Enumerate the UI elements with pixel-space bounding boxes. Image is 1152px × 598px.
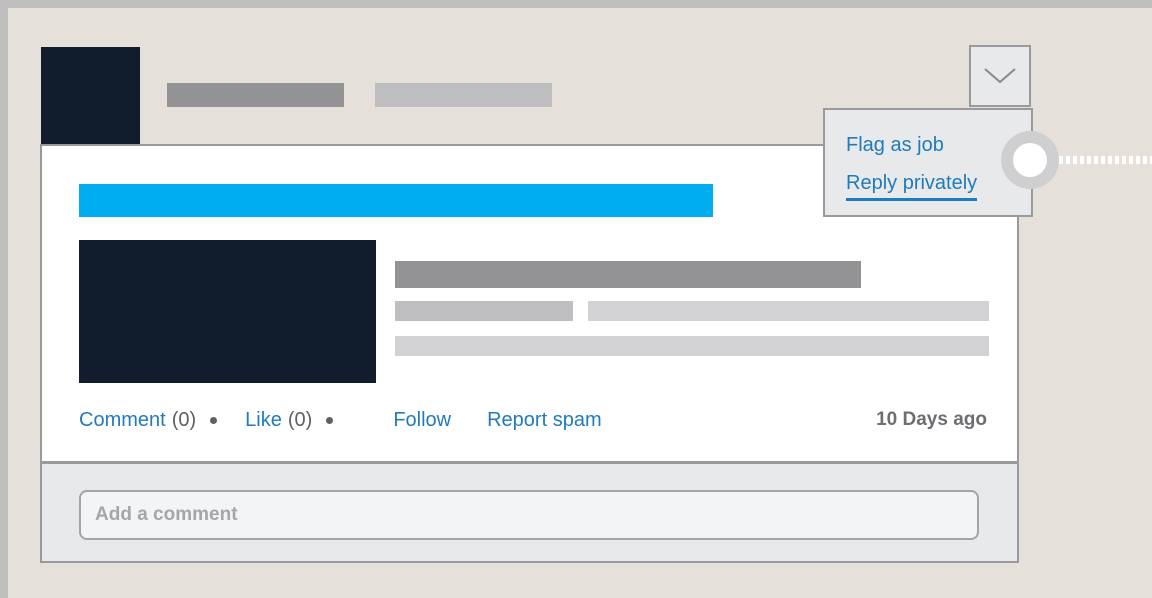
report-spam-link[interactable]: Report spam	[487, 409, 602, 432]
reply-privately-menu-item[interactable]: Reply privately	[846, 172, 978, 201]
chevron-down-icon	[984, 68, 1016, 84]
post-options-button[interactable]	[969, 45, 1031, 107]
comment-count: (0)	[171, 408, 197, 431]
avatar[interactable]	[41, 47, 140, 147]
post-title-placeholder[interactable]	[79, 184, 713, 217]
post-actions: Comment (0) Like (0) Follow Report spam …	[79, 408, 987, 432]
like-count: (0)	[287, 408, 313, 431]
add-comment-input[interactable]	[79, 490, 979, 540]
post-link-source-placeholder	[395, 301, 573, 321]
post-link-text-placeholder-2	[395, 336, 989, 356]
post-link-title-placeholder	[395, 261, 861, 288]
post-thumbnail[interactable]	[79, 240, 376, 383]
follow-link[interactable]: Follow	[393, 409, 451, 432]
post-timestamp: 10 Days ago	[876, 409, 987, 430]
pointer-indicator-icon	[1001, 131, 1059, 189]
comment-link[interactable]: Comment	[79, 409, 166, 432]
separator-dot	[326, 416, 334, 424]
like-link[interactable]: Like	[245, 409, 282, 432]
author-headline-placeholder	[375, 83, 552, 107]
author-name-placeholder	[167, 83, 344, 107]
pointer-indicator-center	[1013, 143, 1047, 177]
comment-section	[40, 462, 1019, 563]
post-link-text-placeholder	[588, 301, 989, 321]
pointer-indicator-line	[1059, 156, 1152, 164]
flag-as-job-menu-item[interactable]: Flag as job	[846, 134, 944, 157]
separator-dot	[210, 416, 218, 424]
